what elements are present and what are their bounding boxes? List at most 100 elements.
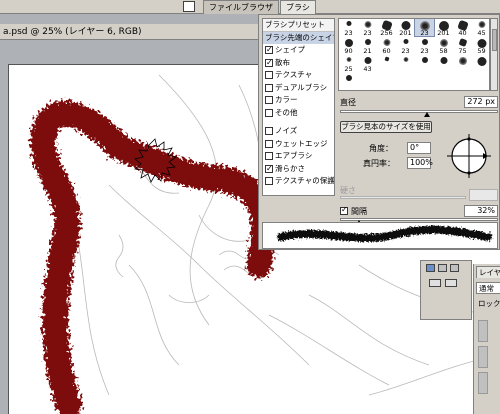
- brush-preset[interactable]: 201: [434, 19, 453, 37]
- brush-preset-size: 59: [477, 47, 486, 55]
- brush-preset-size: 60: [382, 47, 391, 55]
- brush-preset[interactable]: [472, 55, 489, 72]
- brush-preset-size: 45: [477, 29, 486, 37]
- brush-option-checkbox[interactable]: [265, 44, 273, 57]
- brush-preset[interactable]: 90: [339, 37, 358, 55]
- brush-preset[interactable]: 75: [453, 37, 472, 55]
- brush-option-checkbox[interactable]: [265, 83, 273, 92]
- brush-preset[interactable]: 23: [396, 37, 415, 55]
- brush-option-item[interactable]: 散布: [263, 57, 334, 69]
- brush-preset-size: 23: [363, 29, 372, 37]
- brush-option-item[interactable]: エアブラシ: [263, 150, 334, 163]
- brush-option-checkbox[interactable]: [265, 177, 273, 186]
- preset-scrollbar[interactable]: [490, 18, 498, 91]
- brush-option-item[interactable]: カラー: [263, 94, 334, 107]
- angle-label: 角度：: [369, 144, 393, 153]
- brush-option-item[interactable]: シェイプ: [263, 44, 334, 57]
- brush-stroke-preview: [262, 222, 498, 249]
- brush-preset[interactable]: [415, 55, 434, 72]
- brush-option-item[interactable]: テクスチャの保護: [263, 175, 334, 188]
- mini-palette: [420, 260, 472, 320]
- brush-option-item[interactable]: ウェットエッジ: [263, 138, 334, 151]
- screen-mode-icon[interactable]: [450, 264, 459, 272]
- brush-option-checkbox[interactable]: [265, 71, 273, 80]
- brush-preset[interactable]: [453, 55, 472, 72]
- brush-preset[interactable]: [339, 73, 358, 90]
- brush-preset[interactable]: 21: [358, 37, 377, 55]
- brush-option-checkbox[interactable]: [265, 96, 273, 105]
- diameter-slider-thumb[interactable]: [423, 112, 430, 117]
- brush-preset[interactable]: 25: [339, 55, 358, 73]
- brush-option-item[interactable]: デュアルブラシ: [263, 82, 334, 95]
- brush-preset-grid: 23 23 256 201 23 201 40 45 90 21 60 23 23 58 75 59 25 43: [338, 18, 490, 91]
- document-title[interactable]: a.psd @ 25% (レイヤー 6, RGB): [0, 24, 262, 40]
- hardness-slider-track: [340, 196, 466, 199]
- brush-option-item[interactable]: 滑らかさ: [263, 163, 334, 175]
- layer-visibility-cell[interactable]: [478, 320, 488, 342]
- brush-preset[interactable]: 23: [339, 19, 358, 37]
- brush-preset[interactable]: [434, 55, 453, 72]
- use-sample-size-button[interactable]: ブラシ見本のサイズを使用: [340, 121, 432, 133]
- brush-preset[interactable]: 201: [396, 19, 415, 37]
- layer-visibility-cell[interactable]: [478, 372, 488, 394]
- brush-preset[interactable]: 43: [358, 55, 377, 73]
- brush-preset[interactable]: 60: [377, 37, 396, 55]
- brush-preset[interactable]: 23: [358, 19, 377, 37]
- brush-preset-size: 40: [458, 29, 467, 37]
- tab-file-browser[interactable]: ファイルブラウザ: [203, 0, 279, 14]
- brush-option-checkbox[interactable]: [265, 108, 273, 117]
- brush-preset[interactable]: [396, 55, 415, 72]
- angle-input[interactable]: 0°: [407, 142, 431, 154]
- imageready-icon[interactable]: [445, 279, 457, 287]
- layer-visibility-cell[interactable]: [478, 346, 488, 368]
- brush-preset[interactable]: 58: [434, 37, 453, 55]
- brush-option-checkbox[interactable]: [265, 57, 273, 69]
- blend-mode-select[interactable]: 通常: [476, 282, 500, 294]
- brush-option-checkbox[interactable]: [265, 163, 273, 175]
- brush-option-checkbox[interactable]: [265, 139, 273, 148]
- brush-preset[interactable]: 59: [472, 37, 489, 55]
- brush-option-label: テクスチャの保護: [275, 176, 334, 185]
- brush-preset-size: 23: [344, 29, 353, 37]
- brush-preset-size: 21: [363, 47, 372, 55]
- brush-preset[interactable]: 23: [415, 37, 434, 55]
- diameter-label: 直径: [340, 98, 356, 107]
- brush-presets-item[interactable]: ブラシプリセット: [263, 19, 334, 32]
- brush-option-label: その他: [275, 107, 298, 117]
- brush-option-item[interactable]: ノイズ: [263, 125, 334, 138]
- jump-to-icon[interactable]: [429, 279, 441, 287]
- diameter-slider-track[interactable]: [340, 110, 498, 113]
- brush-preset[interactable]: [377, 55, 396, 72]
- tab-layers[interactable]: レイヤー: [476, 266, 500, 278]
- brush-preset-size: 43: [363, 65, 372, 73]
- brush-preset[interactable]: 40: [453, 19, 472, 37]
- roundness-input[interactable]: 100%: [407, 157, 433, 169]
- brush-option-label: シェイプ: [275, 45, 305, 54]
- brush-option-item[interactable]: ブラシ先端のシェイプ: [263, 31, 334, 44]
- brush-option-item[interactable]: テクスチャ: [263, 69, 334, 82]
- brush-option-item[interactable]: その他: [263, 107, 334, 120]
- angle-roundness-control[interactable]: [444, 131, 494, 181]
- brush-preset-size: 201: [437, 29, 450, 37]
- spacing-checkbox[interactable]: [340, 205, 348, 215]
- brush-option-label: ウェットエッジ: [275, 138, 328, 148]
- hardness-label: 硬さ: [340, 186, 356, 195]
- spacing-input[interactable]: 32%: [464, 205, 498, 217]
- quickmask-mode-icon[interactable]: [438, 264, 447, 272]
- brush-option-label: カラー: [275, 95, 298, 104]
- brush-preset-size: 90: [344, 47, 353, 55]
- brush-option-label: エアブラシ: [275, 151, 313, 160]
- brush-preset[interactable]: 23: [414, 19, 435, 37]
- palette-well-icon[interactable]: [183, 1, 195, 12]
- brush-preset-size: 25: [344, 65, 353, 73]
- brush-preset-size: 23: [420, 29, 429, 37]
- brush-preset[interactable]: 45: [472, 19, 489, 37]
- brush-option-checkbox[interactable]: [265, 152, 273, 161]
- tab-brushes[interactable]: ブラシ: [280, 0, 316, 14]
- brush-option-checkbox[interactable]: [265, 127, 273, 136]
- brush-option-label: テクスチャ: [275, 70, 313, 79]
- standard-mode-icon[interactable]: [426, 264, 435, 272]
- diameter-input[interactable]: 272 px: [464, 96, 498, 108]
- brush-preset[interactable]: 256: [377, 19, 396, 37]
- spacing-slider-track[interactable]: [340, 218, 498, 221]
